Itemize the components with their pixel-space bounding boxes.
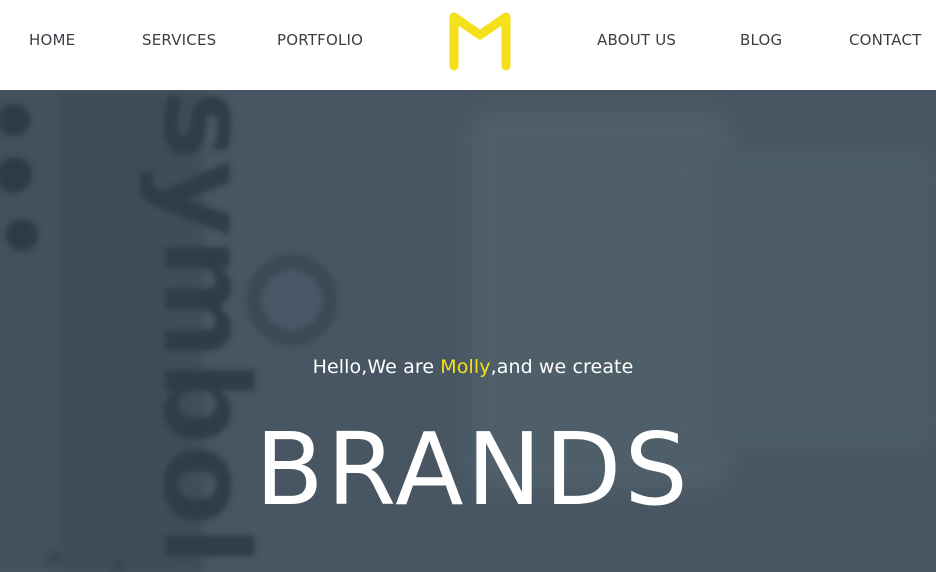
nav-item-about-us[interactable]: ABOUT US [597,30,676,50]
tagline-prefix: Hello,We are [312,356,441,378]
hero-tagline: Hello,We are Molly,and we create [0,356,936,378]
nav-item-blog[interactable]: BLOG [740,30,782,50]
tagline-suffix: ,and we create [490,356,634,378]
top-navbar: HOME SERVICES PORTFOLIO ABOUT US BLOG CO… [0,0,936,90]
nav-item-services[interactable]: SERVICES [142,30,216,50]
nav-item-portfolio[interactable]: PORTFOLIO [277,30,363,50]
nav-item-home[interactable]: HOME [29,30,75,50]
hero-title: BRANDS [255,411,691,528]
m-logo-icon-graphic [449,12,511,71]
tagline-brand-name: Molly [440,356,491,378]
nav-item-contact[interactable]: CONTACT [849,30,922,50]
hero-section: symbol × × Hello,We are Molly,and we cre… [0,90,936,572]
m-logo-icon[interactable] [446,9,514,73]
svg-text:×: × [110,553,128,572]
svg-text:×: × [45,546,63,571]
